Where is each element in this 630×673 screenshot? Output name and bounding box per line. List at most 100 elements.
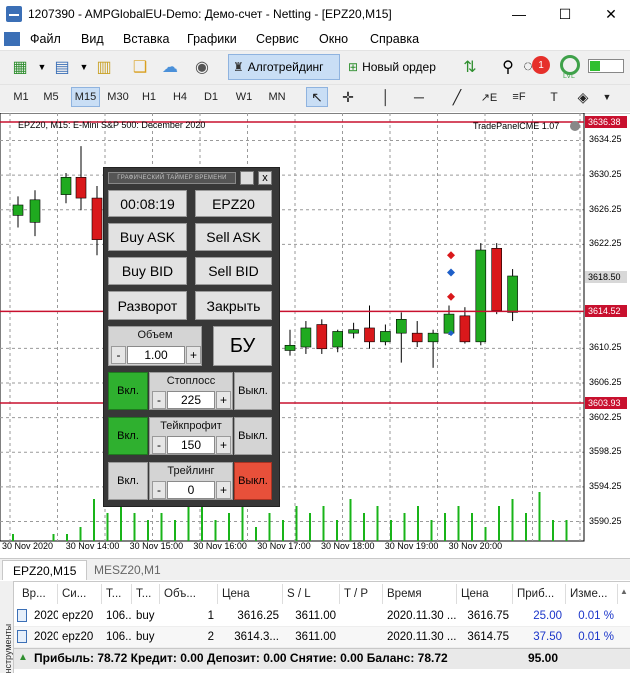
robot-icon: ♜: [233, 60, 244, 74]
menu-file[interactable]: Файл: [30, 32, 61, 46]
volume-bar: [214, 520, 217, 541]
takeprofit-plus-button[interactable]: +: [216, 436, 231, 454]
trailing-input[interactable]: 0: [167, 481, 215, 499]
bull-candle: [12, 204, 24, 216]
time-tick-label: 30 Nov 19:00: [384, 541, 439, 551]
one-click-trading-icon[interactable]: ⇅: [458, 55, 482, 79]
column-header[interactable]: S / L: [283, 584, 340, 604]
panel-minimize-button[interactable]: [240, 171, 254, 185]
tf-h1[interactable]: H1: [137, 87, 161, 107]
menu-help[interactable]: Справка: [370, 32, 419, 46]
scroll-up-icon[interactable]: ▲: [618, 584, 630, 598]
sell-bid-button[interactable]: Sell BID: [195, 257, 272, 285]
vertical-line-icon[interactable]: │: [375, 87, 397, 107]
stoploss-minus-button[interactable]: -: [152, 391, 166, 409]
tf-h4[interactable]: H4: [168, 87, 192, 107]
volume-bar: [201, 506, 203, 541]
close-button[interactable]: ✕: [588, 0, 630, 28]
tf-d1[interactable]: D1: [199, 87, 223, 107]
volume-bar: [430, 520, 433, 541]
takeprofit-on-button[interactable]: Вкл.: [108, 417, 148, 455]
column-header[interactable]: Си...: [58, 584, 102, 604]
reverse-button[interactable]: Разворот: [108, 291, 187, 320]
takeprofit-input[interactable]: 150: [167, 436, 215, 454]
window-title: 1207390 - AMPGlobalEU-Demo: Демо-счет - …: [28, 7, 392, 21]
column-header[interactable]: Цена: [457, 584, 513, 604]
takeprofit-off-button[interactable]: Выкл.: [234, 417, 272, 455]
column-header[interactable]: Вр...: [18, 584, 58, 604]
menu-window[interactable]: Окно: [319, 32, 348, 46]
terminal-side-label: Инструменты: [3, 623, 13, 673]
stoploss-on-button[interactable]: Вкл.: [108, 372, 148, 410]
tab-epz20-m15[interactable]: EPZ20,M15: [2, 560, 88, 580]
shapes-icon[interactable]: ◈: [572, 87, 594, 107]
column-header[interactable]: Приб...: [513, 584, 566, 604]
crosshair-icon[interactable]: ✛: [337, 87, 359, 107]
breakeven-button[interactable]: БУ: [213, 326, 272, 366]
cloud-icon[interactable]: ☁: [158, 55, 182, 79]
price-tick-label: 3610.25: [589, 342, 622, 353]
cursor-icon[interactable]: ↖: [306, 87, 328, 107]
book-icon[interactable]: ❑: [128, 55, 152, 79]
tf-m5[interactable]: M5: [38, 87, 64, 107]
buy-ask-button[interactable]: Buy ASK: [108, 223, 187, 251]
new-order-button[interactable]: ⊞ Новый ордер: [344, 54, 446, 80]
tf-mn[interactable]: MN: [263, 87, 291, 107]
fibonacci-icon[interactable]: ≡F: [508, 87, 530, 107]
menu-insert[interactable]: Вставка: [123, 32, 169, 46]
tf-m30[interactable]: M30: [104, 87, 132, 107]
trendline-icon[interactable]: ╱: [446, 87, 468, 107]
elliott-wave-icon[interactable]: ↗E: [478, 87, 500, 107]
column-header[interactable]: Т...: [102, 584, 132, 604]
sell-ask-button[interactable]: Sell ASK: [195, 223, 272, 251]
price-tick-label: 3634.25: [589, 134, 622, 145]
menu-view[interactable]: Вид: [81, 32, 104, 46]
buy-bid-button[interactable]: Buy BID: [108, 257, 187, 285]
text-tool-icon[interactable]: T: [543, 87, 565, 107]
notification-badge[interactable]: 1: [532, 56, 550, 74]
trailing-off-button[interactable]: Выкл.: [234, 462, 272, 500]
level-icon[interactable]: [560, 55, 580, 75]
algotrading-button[interactable]: ♜ Алготрейдинг: [228, 54, 340, 80]
stoploss-plus-button[interactable]: +: [216, 391, 231, 409]
takeprofit-minus-button[interactable]: -: [152, 436, 166, 454]
stoploss-input[interactable]: 225: [167, 391, 215, 409]
tf-m15[interactable]: M15: [71, 87, 100, 107]
minimize-button[interactable]: —: [496, 0, 542, 28]
price-chart[interactable]: [0, 113, 630, 558]
maximize-button[interactable]: ☐: [542, 0, 588, 28]
bear-candle: [364, 327, 375, 343]
tab-mesz20-m1[interactable]: MESZ20,M1: [84, 560, 171, 580]
column-header[interactable]: Т...: [132, 584, 160, 604]
signal-icon[interactable]: ◉: [190, 55, 214, 79]
bear-candle: [459, 315, 471, 343]
column-header[interactable]: T / P: [340, 584, 383, 604]
volume-input[interactable]: 1.00: [127, 346, 185, 364]
panel-close-button[interactable]: x: [258, 171, 272, 185]
horizontal-line-icon[interactable]: ─: [408, 87, 430, 107]
price-tag-line-red: 3614.52: [585, 305, 627, 318]
level-label: LVL: [563, 73, 575, 80]
stoploss-off-button[interactable]: Выкл.: [234, 372, 272, 410]
chevron-down-icon[interactable]: ▼: [596, 87, 618, 107]
tf-w1[interactable]: W1: [232, 87, 256, 107]
tf-m1[interactable]: M1: [8, 87, 34, 107]
menu-charts[interactable]: Графики: [187, 32, 237, 46]
market-watch-icon[interactable]: ▥: [92, 55, 116, 79]
menu-tools[interactable]: Сервис: [256, 32, 299, 46]
column-header[interactable]: Изме...: [566, 584, 618, 604]
column-header[interactable]: Объ...: [160, 584, 218, 604]
volume-minus-button[interactable]: -: [111, 346, 126, 364]
trailing-on-button[interactable]: Вкл.: [108, 462, 148, 500]
new-chart-icon[interactable]: ▦: [8, 55, 32, 79]
table-cell: 1: [207, 610, 214, 622]
column-header[interactable]: Цена: [218, 584, 283, 604]
column-header[interactable]: Время: [383, 584, 457, 604]
trailing-plus-button[interactable]: +: [216, 481, 231, 499]
trailing-minus-button[interactable]: -: [152, 481, 166, 499]
profiles-icon[interactable]: ▤: [50, 55, 74, 79]
time-tick-label: 30 Nov 16:00: [193, 541, 247, 551]
close-position-button[interactable]: Закрыть: [195, 291, 272, 320]
volume-plus-button[interactable]: +: [186, 346, 201, 364]
panel-title[interactable]: ГРАФИЧЕСКИЙ ТАЙМЕР ВРЕМЕНИ: [108, 172, 236, 184]
